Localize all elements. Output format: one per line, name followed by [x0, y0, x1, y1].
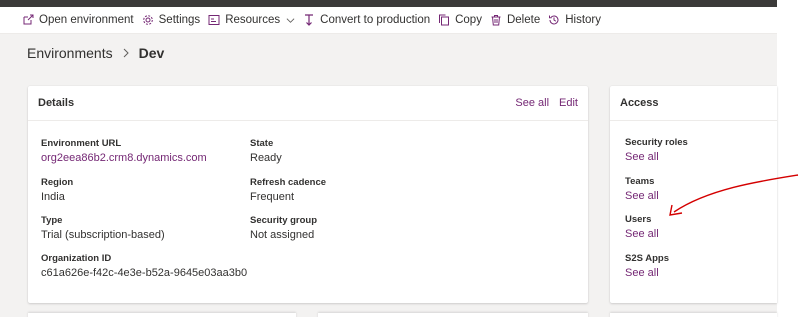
top-bar	[0, 0, 777, 7]
region-value: India	[41, 191, 65, 203]
copy-icon	[439, 14, 450, 26]
chevron-down-icon	[286, 17, 295, 23]
delete-label: Delete	[506, 14, 541, 26]
details-card-header: Details See all Edit	[28, 86, 588, 121]
resources-button[interactable]: Resources	[208, 14, 295, 26]
access-card-header: Access	[610, 86, 777, 121]
history-icon	[549, 15, 559, 25]
refresh-cadence-label: Refresh cadence	[250, 177, 327, 188]
state-label: State	[250, 138, 274, 149]
environment-url-label: Environment URL	[41, 138, 122, 149]
users-label: Users	[625, 214, 652, 225]
region-label: Region	[41, 177, 74, 188]
right-edge-panel	[777, 0, 800, 317]
region-field: Region India	[41, 177, 73, 203]
convert-to-production-button[interactable]: Convert to production	[303, 14, 430, 26]
refresh-cadence-value: Frequent	[250, 191, 295, 203]
bottom-card-3	[610, 313, 777, 317]
teams-see-all-link[interactable]: See all	[625, 190, 659, 202]
type-field: Type Trial (subscription-based)	[41, 215, 165, 241]
gear-icon	[142, 15, 153, 25]
organization-id-field: Organization ID c61a626e-f42c-4e3e-b52a-…	[41, 253, 247, 279]
security-roles-label: Security roles	[625, 137, 688, 148]
command-bar: Open environment Settings Resources Conv…	[0, 7, 777, 34]
details-title: Details	[38, 97, 75, 109]
trash-icon	[491, 15, 501, 26]
security-group-value: Not assigned	[250, 229, 315, 241]
resources-label: Resources	[225, 14, 281, 26]
open-environment-label: Open environment	[39, 14, 134, 26]
convert-icon	[305, 14, 314, 26]
details-card: Details See all Edit Environment URL org…	[28, 86, 588, 303]
teams-label: Teams	[625, 176, 655, 187]
settings-label: Settings	[158, 14, 201, 26]
organization-id-value: c61a626e-f42c-4e3e-b52a-9645e03aa3b0	[41, 267, 248, 279]
details-edit-link[interactable]: Edit	[559, 97, 578, 109]
state-value: Ready	[250, 152, 282, 164]
bottom-card-1	[28, 313, 296, 317]
security-group-label: Security group	[250, 215, 318, 226]
access-item-security-roles: Security roles See all	[625, 137, 688, 163]
access-card: Access Security roles See all Teams See …	[610, 86, 777, 303]
history-button[interactable]: History	[548, 14, 601, 26]
security-roles-see-all-link[interactable]: See all	[625, 151, 688, 163]
delete-button[interactable]: Delete	[490, 14, 540, 26]
settings-button[interactable]: Settings	[142, 14, 201, 26]
type-label: Type	[41, 215, 63, 226]
type-value: Trial (subscription-based)	[41, 229, 165, 241]
details-see-all-link[interactable]: See all	[515, 97, 549, 109]
page-title: Dev	[138, 45, 165, 61]
environment-url-field: Environment URL org2eea86b2.crm8.dynamic…	[41, 138, 207, 164]
copy-label: Copy	[455, 14, 482, 26]
open-external-icon	[23, 14, 34, 25]
access-item-users: Users See all	[625, 214, 659, 240]
history-label: History	[565, 14, 601, 26]
resources-icon	[208, 15, 220, 25]
s2s-apps-label: S2S Apps	[625, 253, 669, 264]
users-see-all-link[interactable]: See all	[625, 228, 659, 240]
organization-id-label: Organization ID	[41, 253, 112, 264]
copy-button[interactable]: Copy	[438, 14, 482, 26]
chevron-right-icon	[123, 48, 129, 58]
access-item-teams: Teams See all	[625, 176, 659, 202]
breadcrumb-environments-link[interactable]: Environments	[27, 45, 113, 61]
s2s-apps-see-all-link[interactable]: See all	[625, 267, 669, 279]
environment-url-link[interactable]: org2eea86b2.crm8.dynamics.com	[41, 152, 207, 164]
security-group-field: Security group Not assigned	[250, 215, 317, 241]
bottom-card-2	[318, 313, 588, 317]
access-item-s2s-apps: S2S Apps See all	[625, 253, 669, 279]
breadcrumb: Environments Dev	[27, 45, 164, 61]
convert-to-production-label: Convert to production	[320, 14, 431, 26]
state-field: State Ready	[250, 138, 282, 164]
refresh-cadence-field: Refresh cadence Frequent	[250, 177, 326, 203]
access-title: Access	[620, 97, 659, 109]
open-environment-button[interactable]: Open environment	[22, 14, 134, 26]
